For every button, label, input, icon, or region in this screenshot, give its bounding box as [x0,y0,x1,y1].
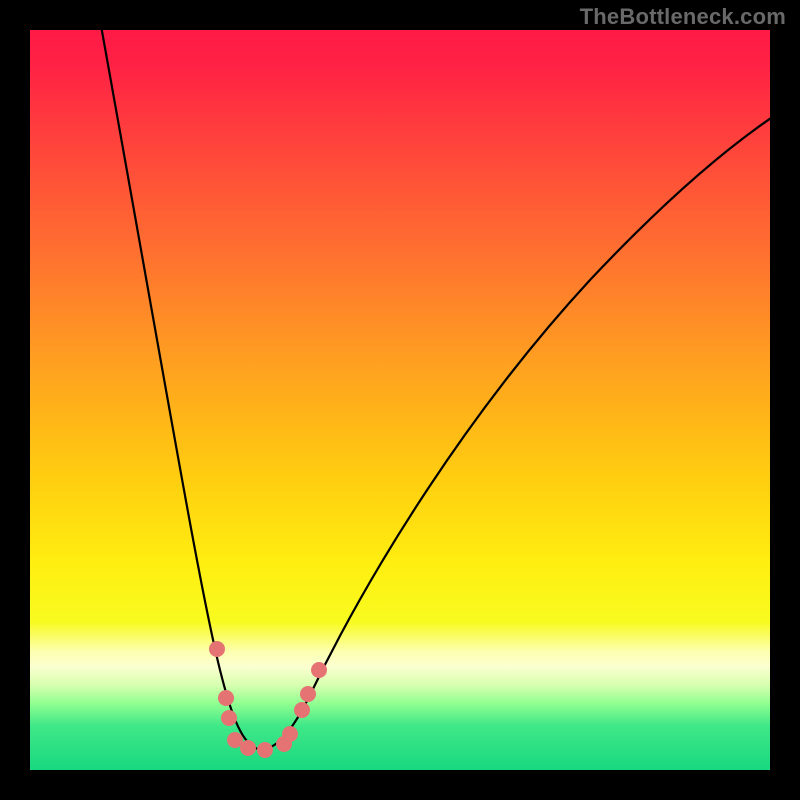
data-marker [257,742,273,758]
bottleneck-plot [30,30,770,770]
data-marker [294,702,310,718]
data-marker [209,641,225,657]
data-marker [300,686,316,702]
data-marker [218,690,234,706]
gradient-background [30,30,770,770]
data-marker [311,662,327,678]
data-marker [282,726,298,742]
attribution-text: TheBottleneck.com [580,4,786,30]
plot-frame [30,30,770,770]
data-marker [240,740,256,756]
data-marker [221,710,237,726]
